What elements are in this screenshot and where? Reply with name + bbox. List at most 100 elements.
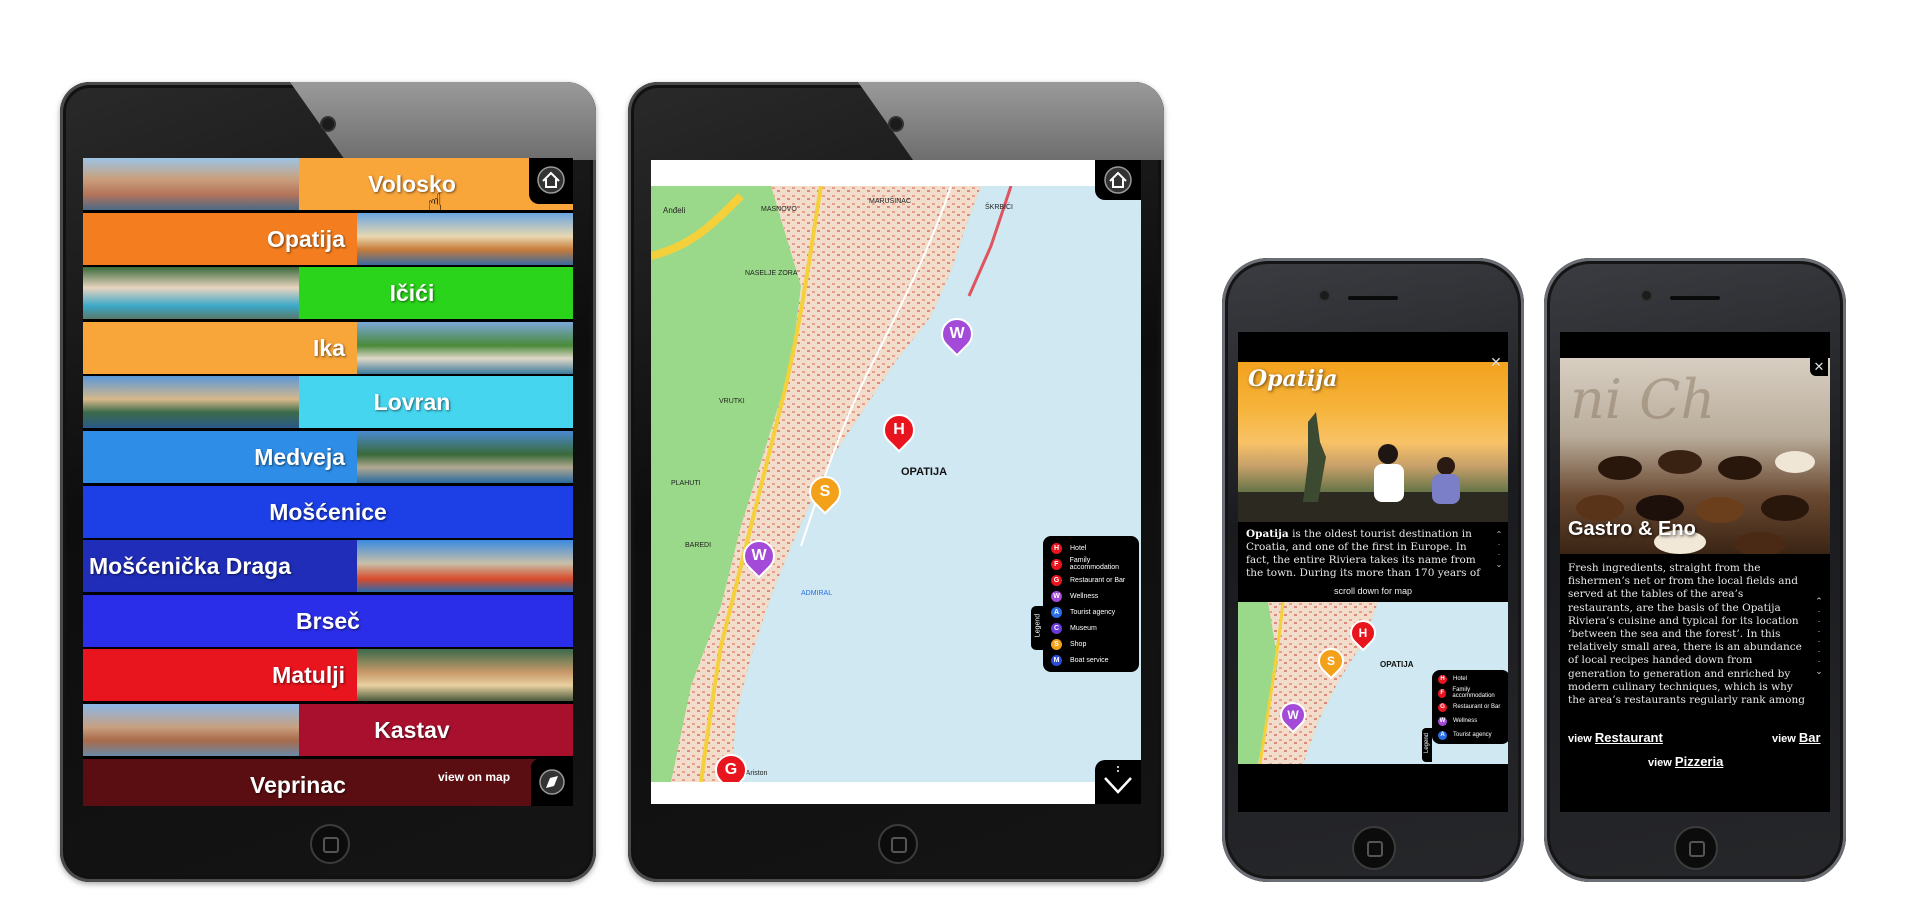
town-row-photo — [83, 376, 299, 428]
town-row[interactable]: Lovran — [83, 376, 573, 428]
map-label-baredi: BAREDI — [685, 542, 712, 549]
town-row[interactable]: Ičići — [83, 267, 573, 319]
home-button[interactable] — [529, 158, 573, 204]
legend-tab-label: Legend — [1424, 732, 1430, 754]
home-button[interactable] — [1095, 160, 1141, 200]
town-row-photo — [83, 704, 299, 756]
pin-letter: S — [1326, 654, 1335, 668]
opatija-mini-map[interactable]: H S W OPATIJA Legend H Hotel F Family accom… — [1238, 602, 1508, 764]
pizzeria-link-label[interactable]: Pizzeria — [1675, 754, 1723, 769]
phone-home-button[interactable] — [1352, 826, 1396, 870]
legend-marker-icon: G — [1051, 574, 1062, 586]
town-row[interactable]: Kastav — [83, 704, 573, 756]
restaurant-link[interactable]: view Restaurant — [1568, 730, 1663, 745]
scroll-indicator[interactable]: ⌃ · · · · · · ⌄ — [1814, 596, 1824, 676]
town-row[interactable]: Medveja — [83, 431, 573, 483]
mini-map-legend: H Hotel F Family accommodation G Restaurant o… — [1432, 670, 1508, 744]
phone-home-button[interactable] — [1674, 826, 1718, 870]
town-row-label: Lovran — [373, 389, 451, 415]
phone-gastro: ni Ch ✕ Gastro & Eno Fresh ingredients, … — [1544, 258, 1846, 882]
opatija-screen: Opatija ✕ Opatija is the oldest tourist … — [1238, 332, 1508, 812]
legend-item-label: Restaurant or Bar — [1070, 576, 1126, 584]
expand-button[interactable] — [1095, 760, 1141, 804]
town-row-photo — [357, 213, 573, 265]
town-row[interactable]: Opatija — [83, 213, 573, 265]
map-label-opatija: OPATIJA — [901, 466, 948, 478]
legend-item-label: Wellness — [1070, 592, 1099, 600]
town-row-label: Mošćenice — [269, 499, 387, 525]
pin-letter: W — [1287, 708, 1299, 722]
legend-item[interactable]: A Tourist agency — [1043, 604, 1139, 620]
cursor-hand-icon: ☝ — [427, 188, 443, 218]
legend-tab[interactable]: Legend — [1422, 728, 1432, 762]
town-row[interactable]: Matulji — [83, 649, 573, 701]
legend-item[interactable]: W Wellness — [1043, 588, 1139, 604]
legend-item[interactable]: H Hotel — [1043, 540, 1139, 556]
tablet-home-button[interactable] — [878, 824, 918, 864]
legend-item[interactable]: F Family accommodation — [1432, 686, 1508, 700]
legend-marker-icon: M — [1051, 654, 1062, 666]
scroll-hint[interactable]: scroll down for map — [1238, 586, 1508, 596]
legend-item-label: Restaurant or Bar — [1453, 704, 1501, 710]
town-row-photo — [357, 649, 573, 701]
town-row[interactable]: Volosko — [83, 158, 573, 210]
town-row-label: Mošćenička Draga — [89, 553, 291, 579]
town-list-screen: Volosko Opatija Ičići Ika Lovran Medveja Mošće… — [83, 158, 573, 806]
gastro-screen: ni Ch ✕ Gastro & Eno Fresh ingredients, … — [1560, 332, 1830, 812]
phone-camera — [1320, 291, 1329, 300]
legend-item[interactable]: G Restaurant or Bar — [1432, 700, 1508, 714]
town-row-photo — [357, 431, 573, 483]
town-row-label: Ika — [313, 335, 345, 361]
legend-item-label: Wellness — [1453, 718, 1478, 724]
map-button[interactable] — [531, 758, 573, 806]
town-row-label: Medveja — [254, 444, 345, 470]
town-row-label: Volosko — [368, 171, 456, 197]
pin-letter: W — [751, 547, 767, 564]
map-screen: Anđeli MASNOVO MARUŠINAC ŠKRBIĆI NASELJE… — [651, 160, 1141, 804]
map-label-vrutki: VRUTKI — [719, 398, 745, 405]
home-icon — [537, 166, 565, 194]
pin-letter: H — [1358, 626, 1368, 640]
gastro-description: Fresh ingredients, straight from the fis… — [1568, 562, 1805, 708]
tablet-camera — [322, 118, 334, 130]
legend-item-label: Family accommodation — [1069, 557, 1120, 571]
phone-opatija: Opatija ✕ Opatija is the oldest tourist … — [1222, 258, 1524, 882]
tablet-home-button[interactable] — [310, 824, 350, 864]
phone-speaker — [1348, 296, 1398, 300]
bar-link[interactable]: view Bar — [1772, 730, 1821, 745]
map-legend: H Hotel F Family accommodation G Restaurant o… — [1043, 536, 1139, 672]
legend-item[interactable]: W Wellness — [1432, 714, 1508, 728]
scroll-indicator[interactable]: ⌃ · · ⌄ — [1494, 530, 1504, 574]
view-on-map-link[interactable]: view on map — [438, 770, 510, 784]
restaurant-link-label[interactable]: Restaurant — [1595, 730, 1663, 745]
close-icon[interactable]: ✕ — [1488, 354, 1504, 370]
legend-item[interactable]: C Museum — [1043, 620, 1139, 636]
legend-item[interactable]: H Hotel — [1432, 672, 1508, 686]
town-row[interactable]: Mošćenička Draga — [83, 540, 573, 592]
legend-item[interactable]: S Shop — [1043, 636, 1139, 652]
view-word: view — [1772, 733, 1796, 745]
town-row-label: Opatija — [267, 226, 345, 252]
town-row[interactable]: Mošćenice — [83, 486, 573, 538]
town-row[interactable]: Ika — [83, 322, 573, 374]
opatija-map[interactable]: Anđeli MASNOVO MARUŠINAC ŠKRBIĆI NASELJE… — [651, 186, 1141, 782]
tablet-town-list: Volosko Opatija Ičići Ika Lovran Medveja Mošće… — [60, 82, 596, 882]
close-icon[interactable]: ✕ — [1810, 358, 1828, 376]
legend-item[interactable]: M Boat service — [1043, 652, 1139, 668]
legend-marker-icon: G — [1438, 702, 1447, 712]
legend-item[interactable]: F Family accommodation — [1043, 556, 1139, 572]
bar-link-label[interactable]: Bar — [1799, 730, 1821, 745]
legend-marker-icon: H — [1051, 542, 1062, 554]
pin-letter: G — [724, 761, 738, 778]
pizzeria-link[interactable]: view Pizzeria — [1648, 754, 1723, 769]
legend-marker-icon: C — [1051, 622, 1062, 634]
view-word: view — [1648, 757, 1672, 769]
legend-item[interactable]: G Restaurant or Bar — [1043, 572, 1139, 588]
town-row-label: Matulji — [272, 662, 345, 688]
pin-letter: H — [893, 421, 905, 438]
map-label-plahuti: PLAHUTI — [671, 480, 701, 487]
legend-marker-icon: A — [1051, 606, 1062, 618]
town-row[interactable]: Brseč — [83, 595, 573, 647]
opatija-description-bold: Opatija — [1246, 528, 1289, 540]
legend-item[interactable]: A Tourist agency — [1432, 728, 1508, 742]
